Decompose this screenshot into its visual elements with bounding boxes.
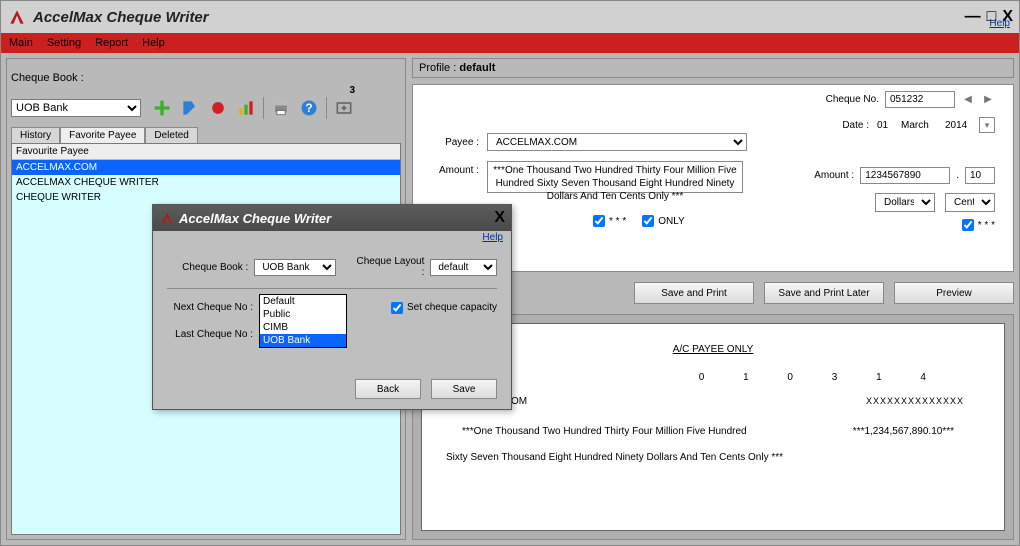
- cheque-book-dialog: AccelMax Cheque Writer X Help Cheque Boo…: [152, 204, 512, 410]
- record-button[interactable]: [205, 95, 231, 121]
- amount-words: ***One Thousand Two Hundred Thirty Four …: [487, 161, 743, 193]
- set-capacity-checkbox[interactable]: Set cheque capacity: [391, 302, 497, 314]
- preview-button[interactable]: Preview: [894, 282, 1014, 304]
- modal-cheque-book-select[interactable]: UOB Bank: [254, 259, 336, 276]
- amount-words-label: Amount :: [429, 161, 479, 176]
- titlebar: AccelMax Cheque Writer — □ X Help: [1, 1, 1019, 33]
- date-year[interactable]: [941, 118, 975, 133]
- dialog-close-icon[interactable]: X: [494, 209, 505, 227]
- modal-cheque-book-label: Cheque Book :: [167, 262, 248, 273]
- payee-label: Payee :: [429, 133, 479, 148]
- amount-num-label: Amount :: [814, 170, 854, 181]
- date-day[interactable]: [873, 118, 893, 133]
- cheque-book-dropdown-list: Default Public CIMB UOB Bank: [259, 294, 347, 348]
- cheque-book-select[interactable]: UOB Bank: [11, 99, 141, 117]
- modal-cheque-layout-select[interactable]: default: [430, 259, 497, 276]
- cheque-book-label: Cheque Book :: [11, 72, 84, 84]
- chart-button[interactable]: [233, 95, 259, 121]
- date-digits: 0 1 0 3 1 4: [699, 372, 944, 383]
- modal-cheque-layout-label: Cheque Layout :: [355, 256, 424, 278]
- next-cheque-icon[interactable]: ▶: [981, 93, 995, 107]
- export-button[interactable]: [331, 95, 357, 121]
- cheque-no-input[interactable]: [885, 91, 955, 108]
- preview-amount-num: ***1,234,567,890.10***: [853, 426, 954, 437]
- list-header: Favourite Payee: [12, 144, 400, 160]
- help-link[interactable]: Help: [989, 18, 1010, 29]
- save-later-button[interactable]: Save and Print Later: [764, 282, 884, 304]
- menu-help[interactable]: Help: [142, 37, 165, 49]
- date-month[interactable]: [897, 118, 937, 133]
- preview-words-1: ***One Thousand Two Hundred Thirty Four …: [462, 426, 747, 437]
- dropdown-option[interactable]: CIMB: [260, 321, 346, 334]
- profile-label: Profile :: [419, 62, 456, 74]
- preview-words-2: Sixty Seven Thousand Eight Hundred Ninet…: [446, 452, 783, 463]
- help-icon-button[interactable]: ?: [296, 95, 322, 121]
- counter-badge: 3: [349, 85, 355, 96]
- menu-setting[interactable]: Setting: [47, 37, 81, 49]
- cents-unit-select[interactable]: Cents: [945, 193, 995, 212]
- list-item[interactable]: CHEQUE WRITER: [12, 190, 400, 205]
- profile-value: default: [459, 62, 495, 74]
- date-label: Date :: [842, 120, 869, 131]
- dropdown-option[interactable]: Public: [260, 308, 346, 321]
- tab-deleted[interactable]: Deleted: [145, 127, 197, 143]
- dialog-logo-icon: [159, 210, 175, 226]
- stars-checkbox[interactable]: * * *: [593, 215, 626, 227]
- stars-right-checkbox[interactable]: * * *: [962, 219, 995, 231]
- dialog-help-link[interactable]: Help: [153, 231, 511, 244]
- print-button[interactable]: [268, 95, 294, 121]
- payee-select[interactable]: ACCELMAX.COM: [487, 133, 747, 151]
- profile-bar: Profile : default: [412, 58, 1014, 78]
- app-title: AccelMax Cheque Writer: [33, 9, 209, 26]
- menubar: Main Setting Report Help: [1, 33, 1019, 53]
- dropdown-option[interactable]: UOB Bank: [260, 334, 346, 347]
- currency-unit-select[interactable]: Dollars: [875, 193, 935, 212]
- modal-last-label: Last Cheque No :: [167, 329, 253, 340]
- dropdown-option[interactable]: Default: [260, 295, 346, 308]
- app-logo-icon: [7, 7, 27, 27]
- modal-next-label: Next Cheque No :: [167, 302, 253, 313]
- list-item[interactable]: ACCELMAX CHEQUE WRITER: [12, 175, 400, 190]
- list-item[interactable]: ACCELMAX.COM: [12, 160, 400, 175]
- dialog-title: AccelMax Cheque Writer: [179, 211, 331, 226]
- preview-xline: XXXXXXXXXXXXXX: [866, 396, 964, 406]
- only-checkbox[interactable]: ONLY: [642, 215, 685, 227]
- tab-history[interactable]: History: [11, 127, 60, 143]
- menu-report[interactable]: Report: [95, 37, 128, 49]
- dialog-save-button[interactable]: Save: [431, 379, 497, 399]
- menu-main[interactable]: Main: [9, 37, 33, 49]
- dialog-back-button[interactable]: Back: [355, 379, 421, 399]
- save-print-button[interactable]: Save and Print: [634, 282, 754, 304]
- prev-cheque-icon[interactable]: ◀: [961, 93, 975, 107]
- svg-text:?: ?: [305, 102, 312, 115]
- tab-favorite-payee[interactable]: Favorite Payee: [60, 127, 145, 143]
- amount-num-input[interactable]: [860, 167, 950, 184]
- ac-payee-label: A/C PAYEE ONLY: [673, 344, 754, 355]
- minimize-button[interactable]: —: [965, 8, 981, 26]
- date-picker-icon[interactable]: ▾: [979, 117, 995, 133]
- edit-button[interactable]: [177, 95, 203, 121]
- cheque-no-label: Cheque No.: [826, 94, 879, 105]
- add-button[interactable]: [149, 95, 175, 121]
- cents-input[interactable]: [965, 167, 995, 184]
